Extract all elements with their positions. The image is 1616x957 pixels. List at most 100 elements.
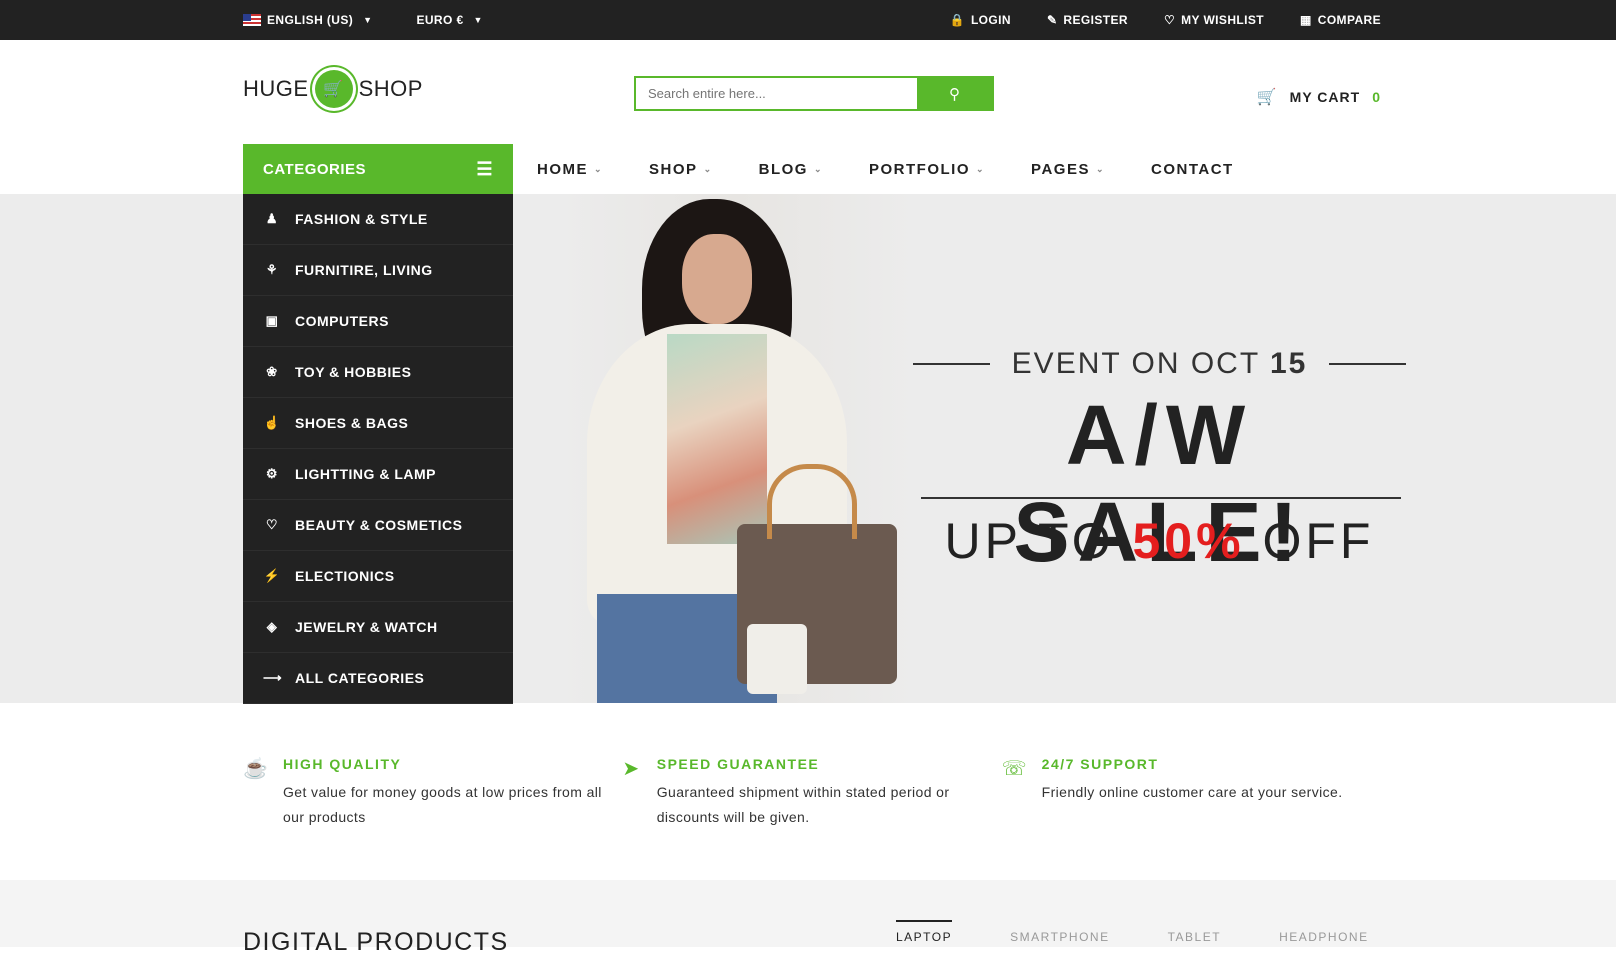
category-label: LIGHTTING & LAMP <box>295 466 436 482</box>
login-link[interactable]: 🔒 LOGIN <box>950 13 1011 27</box>
thumbs-up-icon: ☝ <box>263 415 281 430</box>
chevron-down-icon: ⌄ <box>813 163 823 174</box>
model-face <box>682 234 752 324</box>
digital-products-section: DIGITAL PRODUCTS LAPTOP SMARTPHONE TABLE… <box>0 880 1616 956</box>
plant-icon: ⚘ <box>265 262 279 277</box>
tab-smartphone[interactable]: SMARTPHONE <box>1010 930 1109 944</box>
divider <box>921 497 1401 499</box>
divider <box>913 363 990 365</box>
rocket-icon: ➤ <box>622 758 640 780</box>
laptop-icon: ▣ <box>265 313 279 328</box>
product-tabs: LAPTOP SMARTPHONE TABLET HEADPHONE <box>896 920 1369 944</box>
model-photo <box>557 194 917 703</box>
top-bar: ENGLISH (US) ▼ EURO € ▼ 🔒 LOGIN ✎ REGIST… <box>0 0 1616 40</box>
discount-line: UP TO 50% OFF <box>913 512 1406 570</box>
compare-label: COMPARE <box>1317 13 1381 27</box>
section-title: DIGITAL PRODUCTS <box>243 928 509 956</box>
chevron-down-icon: ⌄ <box>976 163 986 174</box>
compare-link[interactable]: ▦ COMPARE <box>1300 13 1381 27</box>
nav-blog-label: BLOG <box>758 160 808 178</box>
model-top <box>667 334 767 544</box>
nav-home[interactable]: HOME ⌄ <box>537 161 603 178</box>
currency-label: EURO € <box>416 13 464 27</box>
navigation-row: CATEGORIES ☰ HOME ⌄ SHOP ⌄ BLOG ⌄ PORTFOLIO… <box>0 144 1616 194</box>
chevron-down-icon: ⌄ <box>1095 163 1105 174</box>
event-prefix: EVENT ON OCT <box>1011 347 1260 380</box>
feature-title: HIGH QUALITY <box>283 756 402 772</box>
cart-badge-icon: 🛒 <box>314 70 353 108</box>
search-input[interactable] <box>636 78 917 109</box>
register-link[interactable]: ✎ REGISTER <box>1047 13 1128 27</box>
heart-icon: ♡ <box>1163 13 1176 27</box>
category-label: ELECTIONICS <box>295 568 395 584</box>
search-bar: ⚲ <box>634 76 994 111</box>
tab-headphone[interactable]: HEADPHONE <box>1279 930 1369 944</box>
category-toys[interactable]: ❀ TOY & HOBBIES <box>243 347 513 398</box>
chevron-down-icon: ▼ <box>473 15 483 25</box>
main-nav: HOME ⌄ SHOP ⌄ BLOG ⌄ PORTFOLIO ⌄ PAGES ⌄ CONT… <box>537 144 1234 194</box>
search-icon: ⚲ <box>949 85 960 103</box>
category-label: BEAUTY & COSMETICS <box>295 517 463 533</box>
category-label: SHOES & BAGS <box>295 415 409 431</box>
nav-home-label: HOME <box>537 160 588 178</box>
nav-blog[interactable]: BLOG ⌄ <box>759 161 823 178</box>
category-jewelry[interactable]: ◈ JEWELRY & WATCH <box>243 602 513 653</box>
category-label: TOY & HOBBIES <box>295 364 412 380</box>
login-label: LOGIN <box>970 13 1011 27</box>
site-logo[interactable]: HUGE 🛒 SHOP <box>243 70 423 108</box>
nav-shop[interactable]: SHOP ⌄ <box>649 161 713 178</box>
event-day: 15 <box>1269 347 1308 380</box>
divider <box>1329 363 1406 365</box>
search-button[interactable]: ⚲ <box>917 78 992 109</box>
event-date: EVENT ON OCT 15 <box>1012 347 1308 381</box>
features-row: ☕ HIGH QUALITY Get value for money goods… <box>243 756 1381 830</box>
mini-cart[interactable]: 🛒 MY CART 0 <box>1257 87 1381 107</box>
language-selector[interactable]: ENGLISH (US) ▼ <box>243 13 372 27</box>
categories-toggle[interactable]: CATEGORIES ☰ <box>243 144 513 194</box>
category-beauty[interactable]: ♡ BEAUTY & COSMETICS <box>243 500 513 551</box>
feature-support: ☏ 24/7 SUPPORT Friendly online customer … <box>1002 756 1381 830</box>
handbag-panel <box>747 624 807 694</box>
gear-icon: ⚙ <box>265 466 279 481</box>
category-computers[interactable]: ▣ COMPUTERS <box>243 296 513 347</box>
category-label: FASHION & STYLE <box>295 211 428 227</box>
bar-chart-icon: ▦ <box>1300 13 1312 27</box>
feature-text: Guaranteed shipment within stated period… <box>656 784 950 825</box>
discount-percent: 50% <box>1132 513 1245 569</box>
diamond-icon: ◈ <box>266 619 278 634</box>
nav-contact-label: CONTACT <box>1151 160 1234 178</box>
chevron-down-icon: ⌄ <box>703 163 713 174</box>
tab-laptop[interactable]: LAPTOP <box>896 920 953 944</box>
us-flag-icon <box>243 14 261 26</box>
category-furniture[interactable]: ⚘ FURNITIRE, LIVING <box>243 245 513 296</box>
chevron-down-icon: ⌄ <box>594 163 604 174</box>
arrow-right-icon: ⟶ <box>263 670 283 685</box>
category-shoes-bags[interactable]: ☝ SHOES & BAGS <box>243 398 513 449</box>
nav-contact[interactable]: CONTACT <box>1151 161 1234 178</box>
logo-text-right: SHOP <box>358 76 423 101</box>
currency-selector[interactable]: EURO € ▼ <box>416 13 482 27</box>
wishlist-link[interactable]: ♡ MY WISHLIST <box>1164 13 1264 27</box>
feature-speed: ➤ SPEED GUARANTEE Guaranteed shipment wi… <box>622 756 1001 830</box>
categories-title: CATEGORIES <box>263 160 367 178</box>
tab-tablet[interactable]: TABLET <box>1168 930 1221 944</box>
nav-portfolio[interactable]: PORTFOLIO ⌄ <box>869 161 985 178</box>
nav-pages[interactable]: PAGES ⌄ <box>1031 161 1105 178</box>
category-label: COMPUTERS <box>295 313 389 329</box>
register-label: REGISTER <box>1063 13 1128 27</box>
categories-menu: ♟ FASHION & STYLE ⚘ FURNITIRE, LIVING ▣ COM… <box>243 194 513 704</box>
category-fashion[interactable]: ♟ FASHION & STYLE <box>243 194 513 245</box>
feature-title: SPEED GUARANTEE <box>656 756 820 772</box>
lock-icon: 🔒 <box>949 13 965 27</box>
category-lighting[interactable]: ⚙ LIGHTTING & LAMP <box>243 449 513 500</box>
nav-shop-label: SHOP <box>649 160 698 178</box>
discount-suffix: OFF <box>1262 513 1375 569</box>
category-electronics[interactable]: ⚡ ELECTIONICS <box>243 551 513 602</box>
category-all[interactable]: ⟶ ALL CATEGORIES <box>243 653 513 704</box>
cup-icon: ☕ <box>243 758 268 780</box>
paw-icon: ❀ <box>266 364 278 379</box>
nav-portfolio-label: PORTFOLIO <box>869 160 970 178</box>
heart-icon: ♡ <box>265 517 279 532</box>
person-icon: ♟ <box>265 211 279 226</box>
logo-text-left: HUGE <box>243 76 309 101</box>
